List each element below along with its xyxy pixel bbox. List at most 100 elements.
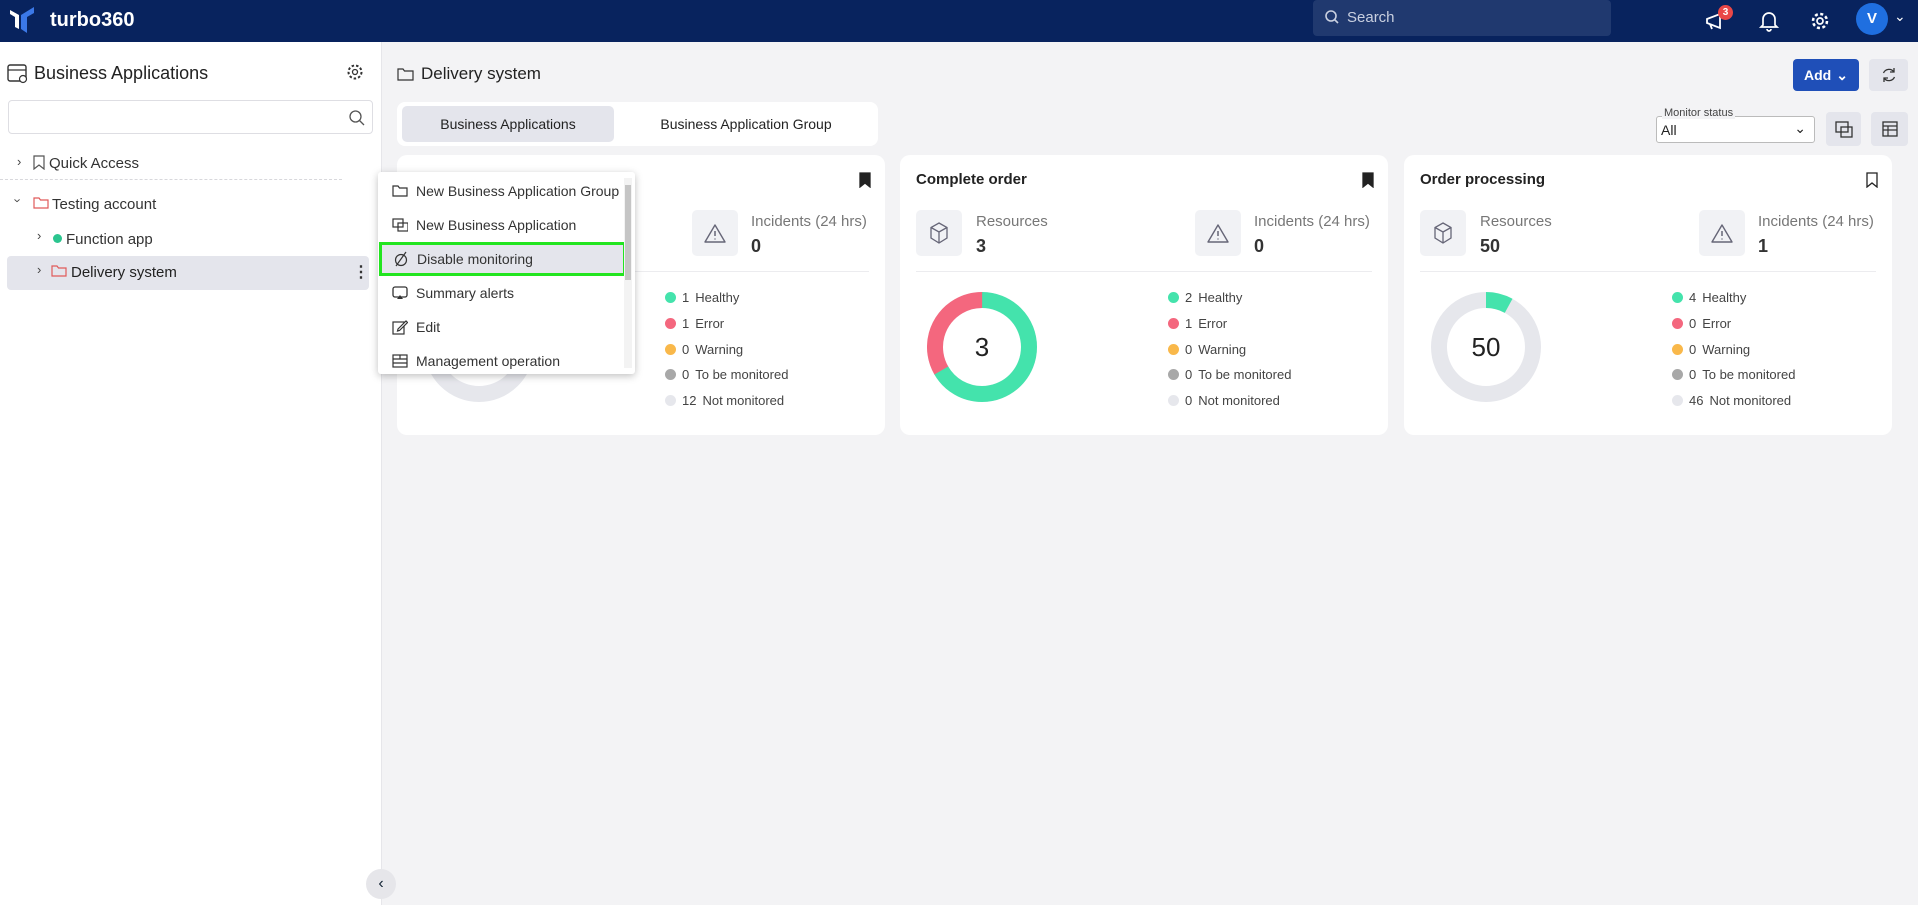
tree-item-function-app[interactable]: Function app	[66, 231, 153, 248]
card-view-button[interactable]	[1826, 112, 1861, 146]
status-dot	[1168, 344, 1179, 355]
incidents-label: Incidents (24 hrs)	[1254, 213, 1370, 230]
monitor-status-select[interactable]: All ⌄	[1656, 116, 1815, 143]
divider	[1420, 271, 1876, 272]
menu-item-new-business-application[interactable]: New Business Application	[378, 208, 623, 242]
global-search-input[interactable]: Search	[1313, 0, 1611, 36]
folder-icon	[51, 265, 67, 277]
menu-item-label: New Business Application Group	[416, 183, 620, 199]
legend-label: Healthy	[1198, 290, 1243, 305]
business-apps-icon	[7, 64, 28, 84]
card-title: Complete order	[916, 171, 1027, 188]
resources-label: Resources	[1480, 213, 1552, 230]
chevron-down-icon[interactable]: ›	[11, 198, 26, 202]
folder-icon	[33, 197, 49, 209]
resources-icon-box	[916, 210, 962, 256]
edit-icon	[392, 320, 408, 335]
tab-bar: Business Applications Business Applicati…	[397, 102, 878, 146]
legend-to-be-monitored: 0 To be monitored	[665, 367, 788, 382]
collapse-sidebar-button[interactable]: ‹	[366, 869, 396, 899]
monitor-status-value: All	[1661, 122, 1677, 138]
legend-not-monitored: 12 Not monitored	[665, 393, 784, 408]
monitor-status-label: Monitor status	[1662, 107, 1736, 119]
gear-icon[interactable]	[1807, 8, 1833, 34]
chevron-right-icon[interactable]: ›	[37, 262, 41, 277]
table-icon	[1881, 121, 1898, 137]
app-view-icon	[1834, 121, 1853, 138]
legend-count: 4	[1689, 290, 1697, 305]
legend-healthy: 1 Healthy	[665, 290, 739, 305]
status-dot	[1672, 318, 1683, 329]
chevron-down-icon[interactable]: ⌄	[1894, 8, 1906, 25]
search-placeholder: Search	[1347, 9, 1395, 26]
legend-count: 1	[682, 290, 690, 305]
bell-icon[interactable]	[1756, 8, 1782, 34]
cube-icon	[1434, 222, 1452, 244]
more-options-icon[interactable]: ⋮	[353, 262, 369, 282]
add-button[interactable]: Add ⌄	[1793, 59, 1859, 91]
tab-business-application-group[interactable]: Business Application Group	[619, 106, 873, 142]
divider	[916, 271, 1372, 272]
status-dot	[665, 395, 676, 406]
legend-label: Warning	[1198, 342, 1247, 357]
folder-icon	[397, 68, 414, 81]
legend-count: 0	[1689, 342, 1697, 357]
legend-label: Error	[695, 316, 725, 331]
menu-item-management-operation[interactable]: Management operation	[378, 344, 623, 378]
add-label: Add	[1804, 67, 1832, 83]
warning-icon	[1711, 224, 1733, 243]
bookmark-icon[interactable]	[1362, 172, 1374, 188]
legend-not-monitored: 46 Not monitored	[1672, 393, 1791, 408]
legend-label: To be monitored	[1198, 367, 1292, 382]
bookmark-icon	[33, 155, 45, 170]
sidebar-search-input[interactable]	[8, 100, 373, 134]
sidebar-settings-icon[interactable]	[346, 63, 364, 81]
menu-item-disable-monitoring[interactable]: Disable monitoring	[379, 242, 626, 276]
tab-business-applications[interactable]: Business Applications	[402, 106, 614, 142]
legend-to-be-monitored: 0 To be monitored	[1168, 367, 1291, 382]
business-application-card[interactable]: Complete order Resources 3 Incidents (24…	[900, 155, 1388, 435]
menu-scrollbar-thumb[interactable]	[625, 185, 631, 280]
management-icon	[392, 354, 408, 368]
tree-item-testing-account[interactable]: Testing account	[52, 196, 156, 213]
chevron-right-icon[interactable]: ›	[37, 228, 41, 243]
legend-warning: 0 Warning	[1672, 342, 1750, 357]
status-dot	[1168, 369, 1179, 380]
business-application-card[interactable]: Order processing Resources 50 Incidents …	[1404, 155, 1892, 435]
menu-item-new-business-application-group[interactable]: New Business Application Group	[378, 174, 623, 208]
status-dot	[1168, 318, 1179, 329]
resources-icon-box	[1420, 210, 1466, 256]
bookmark-icon[interactable]	[1866, 172, 1878, 188]
legend-count: 0	[682, 367, 690, 382]
divider	[0, 179, 342, 180]
status-dot	[1168, 292, 1179, 303]
status-dot	[1672, 292, 1683, 303]
incidents-value: 0	[1254, 236, 1265, 256]
legend-healthy: 4 Healthy	[1672, 290, 1746, 305]
menu-item-summary-alerts[interactable]: Summary alerts	[378, 276, 623, 310]
warning-icon	[1207, 224, 1229, 243]
table-view-button[interactable]	[1871, 112, 1908, 146]
legend-label: Warning	[1702, 342, 1751, 357]
legend-label: Not monitored	[1709, 393, 1792, 408]
alert-monitor-icon	[392, 286, 408, 299]
chevron-right-icon[interactable]: ›	[17, 154, 21, 169]
incidents-icon-box	[1195, 210, 1241, 256]
card-title: Order processing	[1420, 171, 1546, 188]
legend-count: 0	[1185, 342, 1193, 357]
status-dot	[665, 318, 676, 329]
legend-error: 1 Error	[665, 316, 724, 331]
refresh-button[interactable]	[1869, 59, 1908, 91]
chevron-down-icon: ⌄	[1794, 120, 1806, 136]
menu-item-label: Summary alerts	[416, 285, 515, 301]
legend-healthy: 2 Healthy	[1168, 290, 1242, 305]
incidents-value: 1	[1758, 236, 1769, 256]
menu-item-edit[interactable]: Edit	[378, 310, 623, 344]
tree-item-quick-access[interactable]: Quick Access	[49, 155, 139, 172]
page-title-text: Delivery system	[421, 64, 541, 83]
legend-label: To be monitored	[695, 367, 789, 382]
avatar[interactable]: V	[1856, 3, 1888, 35]
legend-warning: 0 Warning	[665, 342, 743, 357]
legend-error: 1 Error	[1168, 316, 1227, 331]
bookmark-icon[interactable]	[859, 172, 871, 188]
